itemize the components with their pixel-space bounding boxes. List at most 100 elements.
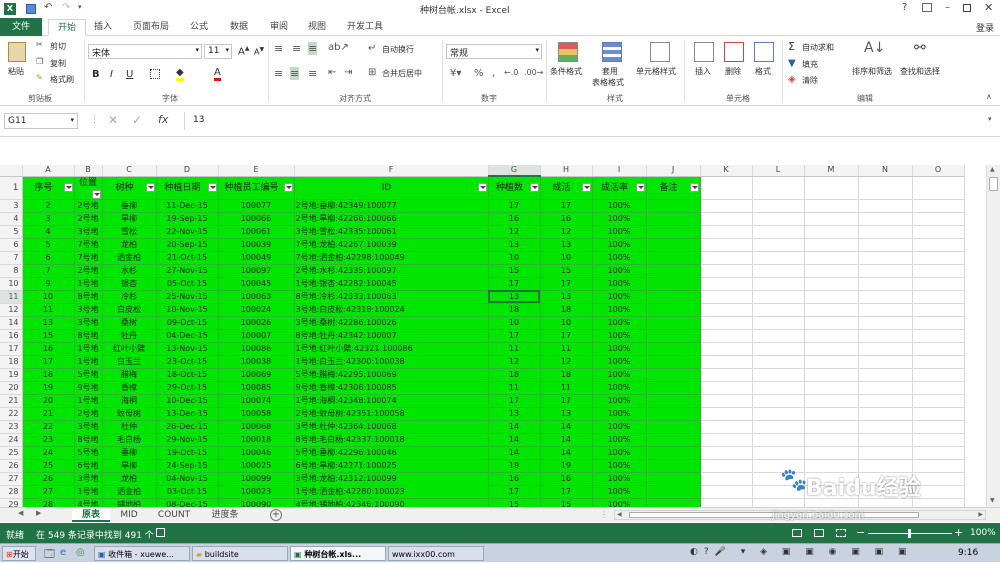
delete-cells-button[interactable]: 删除 xyxy=(725,66,741,77)
collapse-ribbon-icon[interactable]: ∧ xyxy=(986,92,992,101)
font-name-select[interactable]: 宋体 ▾ xyxy=(88,44,202,59)
empty-cell[interactable] xyxy=(912,381,965,395)
data-cell[interactable]: 17 xyxy=(488,329,541,343)
data-cell[interactable]: 1号地 xyxy=(74,394,103,408)
empty-cell[interactable] xyxy=(700,251,753,265)
data-cell[interactable]: 3号地:雪松:42335:100061 xyxy=(294,225,489,239)
data-cell[interactable] xyxy=(646,446,701,460)
data-cell[interactable]: 18-Oct-15 xyxy=(156,368,219,382)
bold-icon[interactable]: B xyxy=(92,69,100,80)
column-header[interactable]: G xyxy=(488,165,541,177)
data-cell[interactable]: 10 xyxy=(540,316,593,330)
empty-cell[interactable] xyxy=(858,225,913,239)
header-cell[interactable]: 成活率 xyxy=(592,176,647,200)
empty-cell[interactable] xyxy=(700,394,753,408)
data-cell[interactable]: 19 xyxy=(488,459,541,473)
data-cell[interactable]: 8号地 xyxy=(74,290,103,304)
empty-cell[interactable] xyxy=(700,355,753,369)
data-cell[interactable]: 25 xyxy=(22,459,75,473)
data-cell[interactable] xyxy=(646,433,701,447)
enter-icon[interactable]: ✓ xyxy=(132,113,142,127)
data-cell[interactable]: 香樟 xyxy=(102,381,157,395)
empty-cell[interactable] xyxy=(858,355,913,369)
data-cell[interactable]: 13 xyxy=(488,238,541,252)
data-cell[interactable]: 100007 xyxy=(218,329,295,343)
column-header[interactable]: O xyxy=(912,165,965,177)
data-cell[interactable]: 13-Dec-15 xyxy=(156,407,219,421)
column-header[interactable]: E xyxy=(218,165,295,177)
data-cell[interactable]: 17 xyxy=(22,355,75,369)
data-cell[interactable]: 04-Dec-15 xyxy=(156,329,219,343)
align-right-icon[interactable]: ≡ xyxy=(308,67,317,80)
zoom-thumb[interactable] xyxy=(908,529,911,538)
empty-cell[interactable] xyxy=(752,277,805,291)
empty-cell[interactable] xyxy=(858,433,913,447)
cut-icon[interactable]: ✂ xyxy=(36,40,43,49)
data-cell[interactable]: 3号地 xyxy=(74,316,103,330)
filter-dropdown-icon[interactable] xyxy=(91,189,101,198)
data-cell[interactable]: 20 xyxy=(22,394,75,408)
conditional-format-button[interactable]: 条件格式 xyxy=(550,66,582,77)
scroll-up-icon[interactable]: ▲ xyxy=(990,166,995,173)
empty-cell[interactable] xyxy=(700,238,753,252)
taskbar-item-folder[interactable]: ▰ buildsite xyxy=(192,546,288,561)
data-cell[interactable]: 13 xyxy=(540,238,593,252)
data-cell[interactable]: 100% xyxy=(592,329,647,343)
empty-cell[interactable] xyxy=(752,368,805,382)
empty-cell[interactable] xyxy=(804,394,859,408)
empty-cell[interactable] xyxy=(700,303,753,317)
empty-cell[interactable] xyxy=(700,407,753,421)
empty-cell[interactable] xyxy=(858,199,913,213)
row-header[interactable]: 23 xyxy=(0,420,23,434)
data-cell[interactable]: 腊梅 xyxy=(102,368,157,382)
data-cell[interactable]: 29-Oct-15 xyxy=(156,381,219,395)
data-cell[interactable]: 8号地:牡丹:42342:100007 xyxy=(294,329,489,343)
row-header[interactable]: 3 xyxy=(0,199,23,213)
column-header[interactable]: A xyxy=(22,165,75,177)
empty-cell[interactable] xyxy=(858,316,913,330)
sheet-tab-mid[interactable]: MID xyxy=(112,508,146,522)
empty-cell[interactable] xyxy=(752,329,805,343)
data-cell[interactable]: 100049 xyxy=(218,251,295,265)
empty-cell[interactable] xyxy=(804,381,859,395)
header-cell[interactable]: 成活 xyxy=(540,176,593,200)
tab-home[interactable]: 开始 xyxy=(48,19,86,36)
column-header[interactable]: F xyxy=(294,165,489,177)
format-painter-button[interactable]: 格式刷 xyxy=(50,74,74,85)
data-cell[interactable]: 3号地 xyxy=(74,225,103,239)
empty-cell[interactable] xyxy=(752,394,805,408)
tab-developer[interactable]: 开发工具 xyxy=(340,19,390,36)
data-cell[interactable]: 1号地:白玉兰:42300:100038 xyxy=(294,355,489,369)
empty-cell[interactable] xyxy=(700,199,753,213)
data-cell[interactable]: 龙柏 xyxy=(102,472,157,486)
data-cell[interactable]: 25-Nov-15 xyxy=(156,290,219,304)
data-cell[interactable]: 14 xyxy=(540,433,593,447)
empty-cell[interactable] xyxy=(912,212,965,226)
data-cell[interactable]: 白玉兰 xyxy=(102,355,157,369)
row-header[interactable]: 5 xyxy=(0,225,23,239)
data-cell[interactable]: 13-Nov-15 xyxy=(156,342,219,356)
decrease-indent-icon[interactable]: ⇤ xyxy=(328,67,336,78)
data-cell[interactable]: 100063 xyxy=(218,290,295,304)
data-cell[interactable]: 17 xyxy=(488,199,541,213)
data-cell[interactable]: 1号地:海桐:42348:100074 xyxy=(294,394,489,408)
data-cell[interactable]: 旱柳 xyxy=(102,212,157,226)
data-cell[interactable]: 13 xyxy=(22,316,75,330)
header-cell[interactable]: 位置 xyxy=(74,176,103,200)
data-cell[interactable]: 8号地:毛白杨:42337:100018 xyxy=(294,433,489,447)
empty-cell[interactable] xyxy=(752,355,805,369)
row-header[interactable]: 21 xyxy=(0,394,23,408)
data-cell[interactable]: 9号地 xyxy=(74,381,103,395)
column-header[interactable]: B xyxy=(74,165,103,177)
data-cell[interactable]: 3号地:龙柏:42312:100099 xyxy=(294,472,489,486)
empty-cell[interactable] xyxy=(700,342,753,356)
data-cell[interactable]: 14 xyxy=(488,446,541,460)
data-cell[interactable]: 19-Sep-15 xyxy=(156,212,219,226)
data-cell[interactable]: 100% xyxy=(592,342,647,356)
data-cell[interactable]: 100045 xyxy=(218,277,295,291)
data-cell[interactable]: 垂柳 xyxy=(102,446,157,460)
column-header[interactable]: H xyxy=(540,165,593,177)
data-cell[interactable]: 2号地:旱柳:42266:100066 xyxy=(294,212,489,226)
empty-cell[interactable] xyxy=(804,433,859,447)
browser-icon[interactable]: ◎ xyxy=(76,547,85,558)
